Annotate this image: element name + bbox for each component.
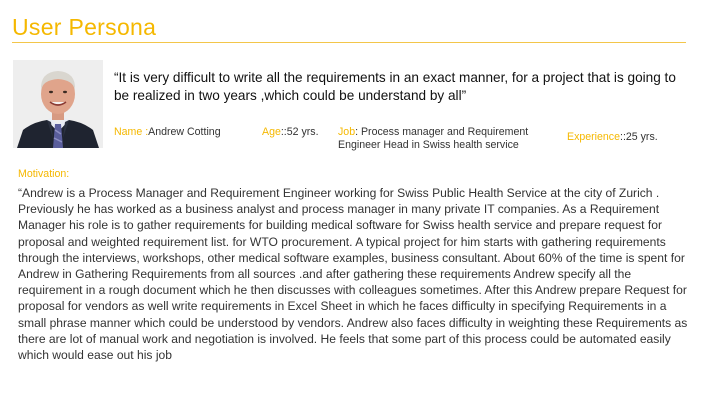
persona-photo (13, 60, 103, 148)
age-label: Age (262, 126, 281, 138)
name-label: Name : (114, 126, 149, 138)
name-field: Name :Andrew Cotting (114, 126, 221, 139)
job-value: : Process manager and Requirement Engine… (338, 126, 529, 151)
job-field: Job: Process manager and Requirement Eng… (338, 126, 553, 152)
motivation-label: Motivation: (18, 168, 70, 180)
title-divider (12, 42, 686, 43)
motivation-text: “Andrew is a Process Manager and Require… (18, 186, 688, 363)
name-value: Andrew Cotting (148, 126, 221, 138)
job-label: Job (338, 126, 356, 138)
age-field: Age::52 yrs. (262, 126, 319, 139)
experience-value: ::25 yrs. (620, 131, 658, 143)
experience-field: Experience::25 yrs. (567, 131, 658, 144)
persona-portrait-image (13, 60, 103, 148)
age-value: ::52 yrs. (280, 126, 319, 138)
persona-quote: “It is very difficult to write all the r… (114, 70, 676, 103)
persona-slide: User Persona “It is very difficult to wr… (0, 0, 720, 400)
slide-title: User Persona (12, 14, 157, 40)
experience-label: Experience (567, 131, 620, 143)
